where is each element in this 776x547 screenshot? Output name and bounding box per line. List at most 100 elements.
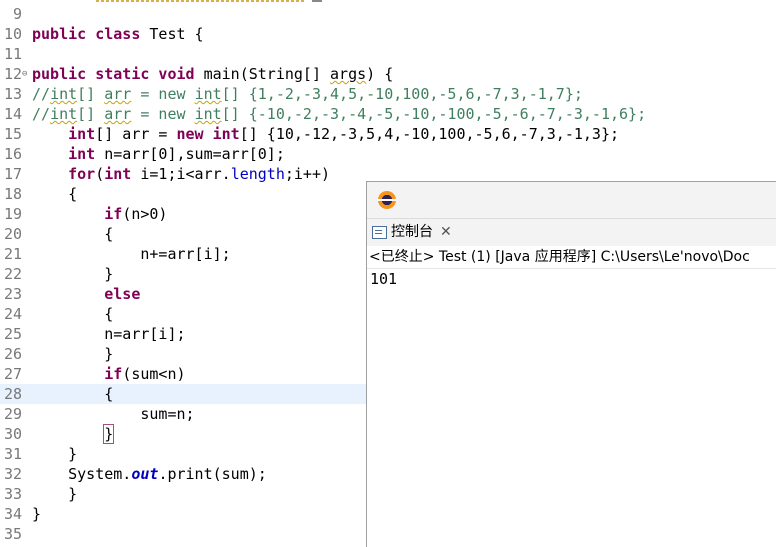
code-text: if(n>0)	[32, 204, 167, 224]
code-line[interactable]: 13//int[] arr = new int[] {1,-2,-3,4,5,-…	[0, 84, 776, 104]
console-tabbar: 控制台 ✕	[367, 218, 776, 246]
line-number: 22	[3, 265, 22, 283]
line-number: 12	[3, 65, 22, 83]
console-view: 控制台 ✕ <已终止> Test (1) [Java 应用程序] C:\User…	[366, 181, 776, 547]
line-number: 18	[3, 185, 22, 203]
code-token: int	[104, 165, 132, 183]
line-number: 9	[12, 5, 22, 23]
code-text: {	[32, 304, 113, 324]
code-token: int	[68, 125, 96, 143]
line-number: 19	[3, 205, 22, 223]
code-token: //	[32, 105, 51, 123]
tab-console[interactable]: 控制台 ✕	[372, 219, 452, 246]
code-token: }	[32, 265, 114, 283]
code-token: []	[77, 85, 105, 103]
code-token: ;i++)	[284, 165, 331, 183]
code-token: if	[104, 205, 123, 223]
code-token: {	[32, 305, 114, 323]
line-number: 32	[3, 465, 22, 483]
code-token: public static void	[32, 65, 195, 83]
line-number: 10	[3, 25, 22, 43]
code-text: }	[32, 444, 77, 464]
code-token: int	[68, 145, 96, 163]
fold-toggle-icon[interactable]: ⊖	[22, 64, 30, 84]
code-token: }	[32, 345, 114, 363]
code-token: [] {1,-2,-3,4,5,-10,100,-5,6,-7,3,-1,7};	[221, 85, 583, 103]
line-number: 35	[3, 525, 22, 543]
line-number: 20	[3, 225, 22, 243]
code-token: i=1;i<arr.	[131, 165, 231, 183]
code-token: }	[32, 505, 42, 523]
console-status-line: <已终止> Test (1) [Java 应用程序] C:\Users\Le'n…	[367, 246, 776, 269]
close-icon[interactable]: ✕	[440, 219, 452, 246]
code-token: [] {10,-12,-3,5,4,-10,100,-5,6,-7,3,-1,3…	[239, 125, 620, 143]
code-text: else	[32, 284, 140, 304]
code-token: Test {	[140, 25, 204, 43]
code-token: sum=n;	[32, 405, 195, 423]
code-line[interactable]: 11	[0, 44, 776, 64]
code-token: }	[103, 424, 115, 444]
code-text: int[] arr = new int[] {10,-12,-3,5,4,-10…	[32, 124, 619, 144]
code-line[interactable]: 12 ⊖ public static void main(String[] args…	[0, 64, 776, 84]
code-token: = new	[131, 85, 195, 103]
code-line[interactable]: 10 public class Test {	[0, 24, 776, 44]
line-number: 27	[3, 365, 22, 383]
console-output[interactable]: 101	[367, 269, 776, 289]
code-token: }	[32, 485, 78, 503]
scroll-marker	[312, 0, 322, 2]
line-number: 14	[3, 105, 22, 123]
tab-console-label: 控制台	[391, 224, 433, 240]
line-number: 11	[3, 45, 22, 63]
code-line[interactable]: 16 int n=arr[0],sum=arr[0];	[0, 144, 776, 164]
code-token: //	[32, 85, 51, 103]
code-token: }	[32, 445, 78, 463]
code-text: n=arr[i];	[32, 324, 186, 344]
code-token: n=arr[i];	[32, 325, 186, 343]
code-text: sum=n;	[32, 404, 195, 424]
line-number: 28	[3, 385, 22, 403]
code-token: int	[212, 125, 240, 143]
code-token: args	[330, 65, 367, 83]
line-number: 24	[3, 305, 22, 323]
code-line[interactable]: 15 int[] arr = new int[] {10,-12,-3,5,4,…	[0, 124, 776, 144]
code-token: for	[68, 165, 96, 183]
console-icon	[372, 226, 387, 239]
code-token: int	[194, 85, 222, 103]
code-token: n+=arr[i];	[32, 245, 231, 263]
code-text: for(int i=1;i<arr.length;i++)	[32, 164, 330, 184]
code-line[interactable]: 9	[0, 4, 776, 24]
code-text: //int[] arr = new int[] {1,-2,-3,4,5,-10…	[32, 84, 583, 104]
code-token: length	[230, 165, 285, 183]
code-token: arr	[104, 85, 132, 103]
line-number: 26	[3, 345, 22, 363]
code-token: arr	[104, 105, 132, 123]
code-token: {	[32, 225, 114, 243]
line-number: 21	[3, 245, 22, 263]
line-number: 13	[3, 85, 22, 103]
code-text: {	[32, 224, 113, 244]
code-text: n+=arr[i];	[32, 244, 231, 264]
code-token: public class	[32, 25, 141, 43]
code-token: = new	[131, 105, 195, 123]
code-token: int	[50, 105, 78, 123]
code-text: {	[32, 184, 77, 204]
line-number: 34	[3, 505, 22, 523]
code-text: public class Test {	[32, 24, 204, 44]
warning-marker-strip	[96, 0, 306, 2]
code-text: {	[32, 384, 113, 404]
eclipse-icon	[378, 191, 396, 209]
code-text: //int[] arr = new int[] {-10,-2,-3,-4,-5…	[32, 104, 646, 124]
code-token: int	[194, 105, 222, 123]
code-token: (	[95, 165, 105, 183]
code-token: []	[77, 105, 105, 123]
code-token: {	[32, 185, 78, 203]
code-token: main(String[]	[194, 65, 331, 83]
code-line[interactable]: 14//int[] arr = new int[] {-10,-2,-3,-4,…	[0, 104, 776, 124]
code-token: [] {-10,-2,-3,-4,-5,-10,-100,-5,-6,-7,-3…	[221, 105, 647, 123]
code-token: {	[32, 385, 114, 403]
